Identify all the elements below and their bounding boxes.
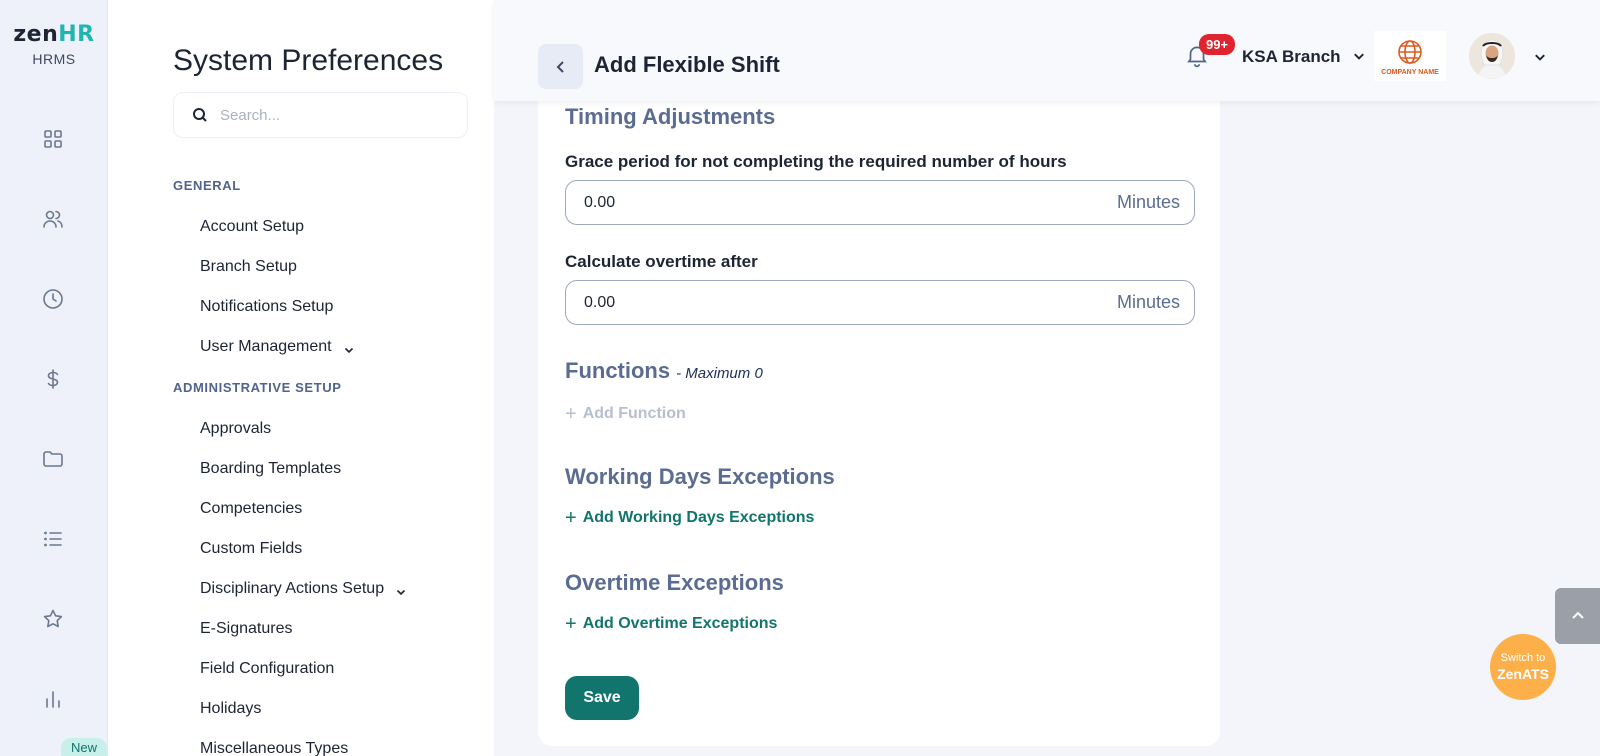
chevron-up-icon (1571, 611, 1584, 619)
top-header: Add Flexible Shift 99+ KSA Branch COMPAN… (494, 0, 1600, 101)
nav-label: Approvals (200, 420, 272, 437)
overtime-exceptions-heading: Overtime Exceptions (565, 570, 784, 595)
nav-miscellaneous-types[interactable]: Miscellaneous Types (200, 740, 348, 756)
logo-zen: zen (13, 22, 59, 47)
plus-icon: + (565, 613, 577, 635)
overtime-after-input[interactable] (584, 293, 1117, 312)
zenhr-logo[interactable]: zenHR HRMS (0, 22, 108, 67)
nav-label: Disciplinary Actions Setup (200, 580, 385, 597)
nav-label: User Management (200, 338, 332, 355)
nav-boarding-templates[interactable]: Boarding Templates (200, 460, 341, 478)
overtime-after-unit: Minutes (1116, 292, 1180, 312)
globe-icon (1398, 39, 1422, 64)
list-icon[interactable] (38, 524, 68, 554)
add-overtime-exceptions-label: Add Overtime Exceptions (582, 615, 778, 632)
icon-rail: zenHR HRMS New (0, 0, 108, 756)
search-icon (193, 108, 207, 122)
nav-competencies[interactable]: Competencies (200, 500, 302, 518)
functions-title: Functions (565, 358, 671, 383)
add-function-link[interactable]: + Add Function (565, 404, 686, 424)
logo-hr: HR (58, 22, 95, 47)
plus-icon: + (565, 507, 577, 529)
add-overtime-exceptions-link[interactable]: + Add Overtime Exceptions (565, 614, 777, 634)
branch-name: KSA Branch (1242, 47, 1341, 66)
clock-icon[interactable] (38, 284, 68, 314)
avatar[interactable] (1469, 33, 1515, 79)
dollar-icon[interactable] (38, 364, 68, 394)
add-working-days-label: Add Working Days Exceptions (582, 509, 815, 526)
grace-period-input[interactable] (584, 193, 1117, 212)
nav-label: Competencies (200, 500, 303, 517)
nav-label: Holidays (200, 700, 262, 717)
nav-field-configuration[interactable]: Field Configuration (200, 660, 334, 678)
grace-period-field[interactable]: Minutes (565, 180, 1195, 225)
nav-e-signatures[interactable]: E-Signatures (200, 620, 293, 638)
nav-holidays[interactable]: Holidays (200, 700, 261, 718)
chevron-down-icon (396, 584, 406, 596)
company-logo-text: COMPANY NAME (1381, 68, 1439, 76)
nav-label: Custom Fields (200, 540, 303, 557)
bar-chart-icon[interactable] (38, 684, 68, 714)
functions-heading: Functions - Maximum 0 (565, 358, 763, 384)
nav-label: Account Setup (200, 218, 305, 235)
logo-product: HRMS (32, 51, 76, 67)
people-icon[interactable] (38, 204, 68, 234)
chevron-down-icon (344, 342, 354, 354)
nav-branch-setup[interactable]: Branch Setup (200, 258, 297, 276)
grace-period-label: Grace period for not completing the requ… (565, 152, 1067, 171)
folder-icon[interactable] (38, 444, 68, 474)
dashboard-icon[interactable] (38, 124, 68, 154)
nav-disciplinary-actions[interactable]: Disciplinary Actions Setup (200, 580, 406, 598)
chevron-down-icon (1353, 47, 1365, 67)
nav-user-management[interactable]: User Management (200, 338, 354, 356)
search-box[interactable] (173, 92, 468, 138)
add-function-label: Add Function (582, 405, 686, 422)
functions-maximum: - Maximum 0 (676, 365, 763, 382)
switch-ats-line1: Switch to (1500, 652, 1546, 664)
section-administrative: ADMINISTRATIVE SETUP (173, 380, 342, 395)
new-badge: New (61, 738, 108, 756)
switch-to-zenats-button[interactable]: Switch to ZenATS (1490, 634, 1556, 700)
overtime-after-field[interactable]: Minutes (565, 280, 1195, 325)
nav-approvals[interactable]: Approvals (200, 420, 271, 438)
switch-ats-line2: ZenATS (1497, 666, 1549, 682)
company-logo: COMPANY NAME (1374, 31, 1446, 81)
nav-account-setup[interactable]: Account Setup (200, 218, 304, 236)
search-input[interactable] (220, 106, 440, 124)
preferences-panel: System Preferences GENERAL Account Setup… (108, 0, 494, 756)
shift-form-card: Timing Adjustments Grace period for not … (538, 90, 1220, 746)
star-icon[interactable] (38, 604, 68, 634)
chevron-left-icon (556, 60, 564, 73)
preferences-title: System Preferences (173, 44, 444, 77)
timing-adjustments-heading: Timing Adjustments (565, 104, 776, 129)
user-avatar-icon (1469, 33, 1515, 79)
nav-label: E-Signatures (200, 620, 293, 637)
back-button[interactable] (538, 44, 583, 89)
nav-label: Field Configuration (200, 660, 335, 677)
nav-label: Miscellaneous Types (200, 740, 349, 756)
nav-notifications-setup[interactable]: Notifications Setup (200, 298, 333, 316)
notification-count-badge: 99+ (1199, 34, 1236, 55)
working-days-exceptions-heading: Working Days Exceptions (565, 464, 835, 489)
scroll-to-top-button[interactable] (1555, 588, 1600, 644)
grace-period-unit: Minutes (1116, 192, 1180, 212)
section-general: GENERAL (173, 178, 241, 193)
nav-label: Branch Setup (200, 258, 297, 275)
chevron-down-icon[interactable] (1534, 50, 1546, 68)
plus-icon: + (565, 403, 577, 425)
branch-selector[interactable]: KSA Branch (1242, 47, 1365, 67)
nav-custom-fields[interactable]: Custom Fields (200, 540, 302, 558)
nav-label: Notifications Setup (200, 298, 334, 315)
save-button[interactable]: Save (565, 676, 639, 720)
overtime-after-label: Calculate overtime after (565, 252, 758, 271)
nav-label: Boarding Templates (200, 460, 342, 477)
page-title: Add Flexible Shift (594, 52, 780, 77)
add-working-days-exceptions-link[interactable]: + Add Working Days Exceptions (565, 508, 814, 528)
